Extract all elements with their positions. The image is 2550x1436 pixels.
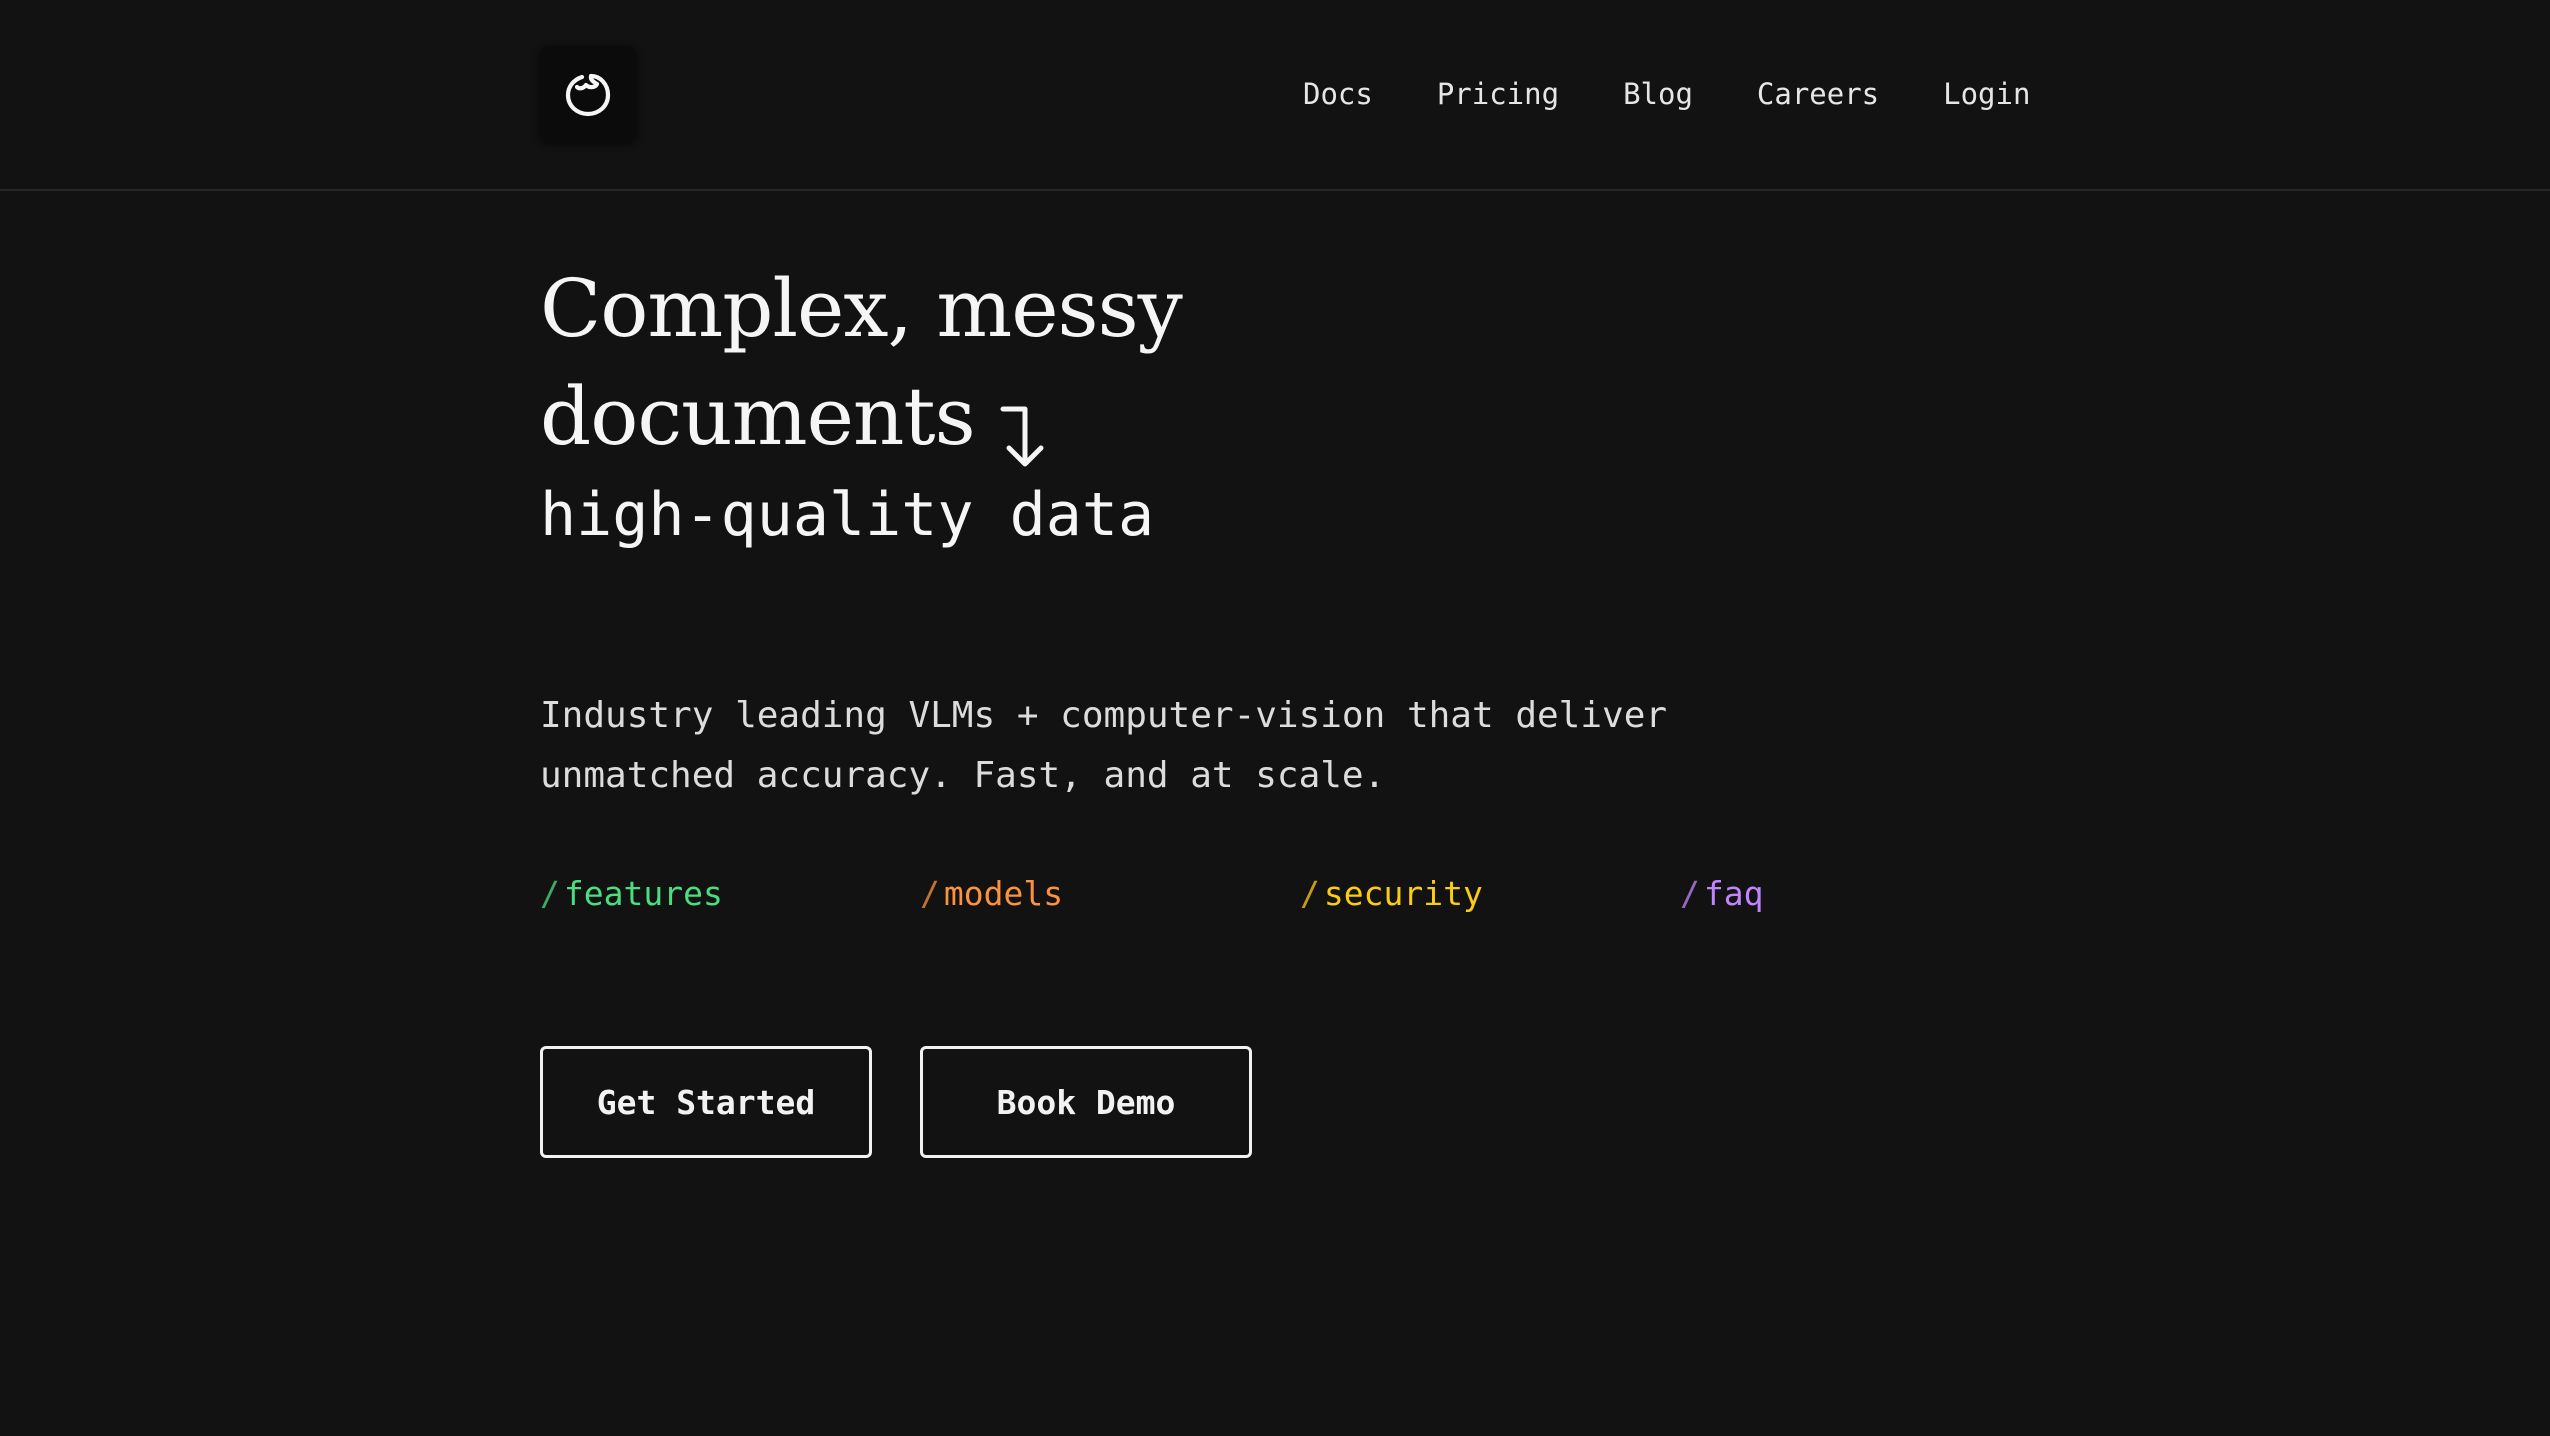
book-demo-button[interactable]: Book Demo — [920, 1046, 1252, 1158]
section-link-faq[interactable]: / faq — [1680, 870, 1763, 918]
slash-prefix: / — [540, 874, 560, 913]
headline-line-2: documents — [540, 370, 976, 463]
arrow-turn-down-icon — [1000, 406, 1044, 467]
headline-line-2-row: documents — [540, 363, 1182, 471]
hero: Complex, messy documents high-quality da… — [540, 255, 1183, 555]
slash-prefix: / — [920, 874, 940, 913]
nav-login[interactable]: Login — [1943, 70, 2030, 118]
nav-blog[interactable]: Blog — [1623, 70, 1693, 118]
headline-line-1: Complex, messy — [540, 262, 1183, 355]
section-link-features[interactable]: / features — [540, 870, 723, 918]
slash-prefix: / — [1680, 874, 1700, 913]
hero-description: Industry leading VLMs + computer-vision … — [540, 695, 1668, 796]
nav-docs[interactable]: Docs — [1303, 70, 1373, 118]
get-started-button[interactable]: Get Started — [540, 1046, 872, 1158]
swirl-logo-icon — [565, 73, 611, 117]
hero-subline: high-quality data — [540, 480, 1155, 550]
section-link-models[interactable]: / models — [920, 870, 1063, 918]
section-link-label: models — [943, 874, 1064, 913]
nav-careers[interactable]: Careers — [1757, 70, 1879, 118]
section-link-security[interactable]: / security — [1300, 870, 1483, 918]
logo-button[interactable] — [540, 46, 636, 142]
slash-prefix: / — [1300, 874, 1320, 913]
nav-pricing[interactable]: Pricing — [1437, 70, 1559, 118]
hero-headline: Complex, messy documents — [540, 255, 1183, 471]
site-header: Docs Pricing Blog Careers Login — [0, 0, 2550, 191]
top-nav: Docs Pricing Blog Careers Login — [1303, 70, 2030, 118]
section-link-label: faq — [1703, 874, 1764, 913]
section-link-label: features — [563, 874, 723, 913]
section-link-label: security — [1323, 874, 1483, 913]
